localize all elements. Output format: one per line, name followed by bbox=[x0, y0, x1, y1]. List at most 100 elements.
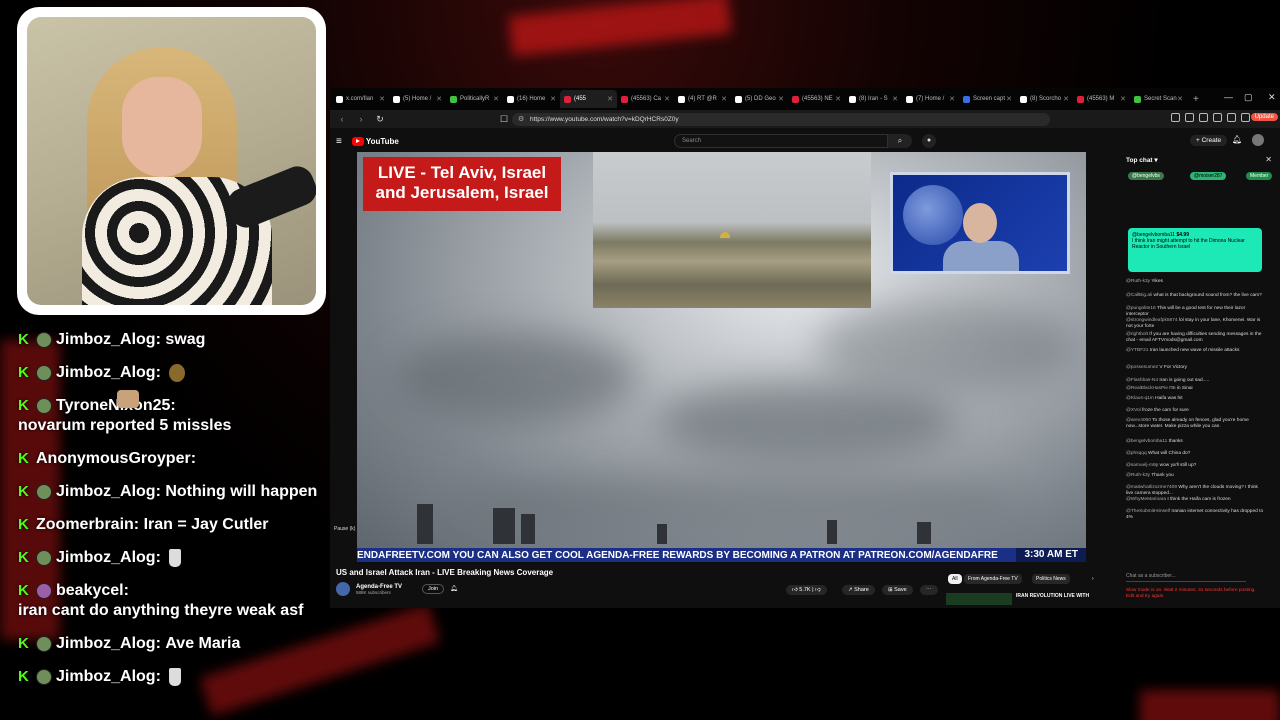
close-tab-icon[interactable]: ✕ bbox=[949, 95, 955, 103]
search-input[interactable]: Search bbox=[674, 134, 888, 148]
browser-tab[interactable]: x.com/Ilan ✕ bbox=[332, 90, 389, 108]
close-tab-icon[interactable]: ✕ bbox=[1177, 95, 1183, 103]
chips-next-icon[interactable]: › bbox=[1088, 574, 1098, 584]
tab-label: (8) Scorcho bbox=[1030, 96, 1062, 102]
live-chat-text: thanks bbox=[1168, 439, 1183, 444]
browser-tab[interactable]: Secret Scan ✕ bbox=[1130, 90, 1187, 108]
youtube-logo[interactable]: YouTube bbox=[351, 136, 399, 146]
close-tab-icon[interactable]: ✕ bbox=[436, 95, 442, 103]
tab-bar: + x.com/Ilan ✕ (5) Home / ✕ PoliticallyR ✕ (16… bbox=[330, 88, 1280, 110]
channel-info[interactable]: Agenda-Free TV 588K subscribers bbox=[336, 582, 402, 596]
browser-tab[interactable]: (45563) M ✕ bbox=[1073, 90, 1130, 108]
share-button[interactable]: ↗ Share bbox=[842, 585, 875, 595]
extension-icon[interactable] bbox=[1199, 113, 1208, 122]
join-button[interactable]: Join bbox=[422, 584, 445, 594]
member-badge[interactable]: Member bbox=[1246, 172, 1273, 180]
browser-tab[interactable]: (5) Home / ✕ bbox=[389, 90, 446, 108]
recommended-thumbnail[interactable] bbox=[946, 593, 1012, 605]
new-tab-button[interactable]: + bbox=[1193, 94, 1199, 105]
close-tab-icon[interactable]: ✕ bbox=[379, 95, 385, 103]
user-avatar-icon bbox=[36, 583, 52, 599]
browser-tab[interactable]: (5) DD Geo ✕ bbox=[731, 90, 788, 108]
recommended-title[interactable]: IRAN REVOLUTION LIVE WITH bbox=[1016, 593, 1106, 599]
extension-icon[interactable] bbox=[1227, 113, 1236, 122]
like-button[interactable]: 👍︎ 5.7K | 👎︎ bbox=[786, 585, 827, 595]
pinned-donor[interactable]: @bengelvbs bbox=[1128, 172, 1164, 180]
live-chat-username: @arev4060 bbox=[1126, 418, 1151, 423]
close-tab-icon[interactable]: ✕ bbox=[778, 95, 784, 103]
building-silhouette bbox=[521, 514, 535, 544]
chat-username: TyroneNixon25 bbox=[56, 397, 171, 414]
bookmark-icon[interactable]: ☐ bbox=[497, 114, 511, 125]
address-bar[interactable]: ⚙ https://www.youtube.com/watch?v=kDQrHC… bbox=[512, 113, 1050, 126]
kick-icon: K bbox=[18, 450, 29, 467]
user-avatar-icon bbox=[36, 636, 52, 652]
close-tab-icon[interactable]: ✕ bbox=[550, 95, 556, 103]
close-tab-icon[interactable]: ✕ bbox=[1120, 95, 1126, 103]
dome-of-the-rock bbox=[720, 232, 730, 238]
close-tab-icon[interactable]: ✕ bbox=[892, 95, 898, 103]
browser-tab[interactable]: Screen capt ✕ bbox=[959, 90, 1016, 108]
browser-tab[interactable]: (8) Scorcho ✕ bbox=[1016, 90, 1073, 108]
extension-icon[interactable] bbox=[1171, 113, 1180, 122]
browser-tab[interactable]: (455 ✕ bbox=[560, 90, 617, 108]
minimize-icon[interactable]: — bbox=[1224, 92, 1233, 102]
back-icon[interactable]: ‹ bbox=[335, 114, 349, 124]
browser-window: + x.com/Ilan ✕ (5) Home / ✕ PoliticallyR ✕ (16… bbox=[330, 88, 1280, 608]
notifications-icon[interactable]: 🔔︎ bbox=[1232, 135, 1242, 144]
building-silhouette bbox=[417, 504, 433, 544]
tab-label: (45563) M bbox=[1087, 96, 1115, 102]
channel-name[interactable]: Agenda-Free TV bbox=[356, 584, 402, 590]
video-title: US and Israel Attack Iran - LIVE Breakin… bbox=[336, 568, 554, 577]
browser-tab[interactable]: PoliticallyR ✕ bbox=[446, 90, 503, 108]
browser-tab[interactable]: (45563) NE ✕ bbox=[788, 90, 845, 108]
account-avatar[interactable] bbox=[1252, 134, 1264, 146]
close-tab-icon[interactable]: ✕ bbox=[664, 95, 670, 103]
maximize-icon[interactable]: ▢ bbox=[1244, 92, 1253, 103]
close-tab-icon[interactable]: ✕ bbox=[1063, 95, 1069, 103]
subscribe-bell-icon[interactable]: 🔔︎ bbox=[450, 585, 458, 592]
live-chat-message: @samuelj-m9p wow ya'll still up? bbox=[1126, 463, 1266, 469]
close-tab-icon[interactable]: ✕ bbox=[721, 95, 727, 103]
browser-tab[interactable]: (16) Home ✕ bbox=[503, 90, 560, 108]
create-button[interactable]: + Create bbox=[1190, 135, 1228, 146]
site-info-icon[interactable]: ⚙ bbox=[518, 113, 524, 126]
top-chat-dropdown[interactable]: Top chat ▾ bbox=[1126, 156, 1158, 164]
close-window-icon[interactable]: ✕ bbox=[1268, 92, 1276, 103]
video-player[interactable]: LIVE - Tel Aviv, Israel and Jerusalem, I… bbox=[357, 152, 1086, 562]
chat-input[interactable]: Chat as a subscriber... bbox=[1126, 570, 1246, 582]
host-inset-feed bbox=[890, 172, 1070, 274]
live-chat-username: @Ruth-k3y bbox=[1126, 473, 1151, 478]
update-button[interactable]: Update bbox=[1250, 113, 1278, 121]
close-tab-icon[interactable]: ✕ bbox=[493, 95, 499, 103]
hamburger-menu-icon[interactable]: ≡ bbox=[336, 136, 342, 147]
extension-icon[interactable] bbox=[1241, 113, 1250, 122]
close-tab-icon[interactable]: ✕ bbox=[607, 95, 613, 103]
chat-username: Jimboz_Alog bbox=[56, 364, 156, 381]
chip-from-channel[interactable]: From Agenda-Free TV bbox=[964, 574, 1022, 584]
save-button[interactable]: ⊞ Save bbox=[882, 585, 913, 595]
voice-search-icon[interactable]: ● bbox=[922, 134, 936, 148]
browser-tab[interactable]: (8) Iran - S ✕ bbox=[845, 90, 902, 108]
live-chat-username: @pungolite18 bbox=[1126, 306, 1156, 311]
tab-label: (45563) NE bbox=[802, 96, 833, 102]
forward-icon[interactable]: › bbox=[354, 114, 368, 124]
close-chat-icon[interactable]: ✕ bbox=[1265, 155, 1272, 164]
close-tab-icon[interactable]: ✕ bbox=[1006, 95, 1012, 103]
close-tab-icon[interactable]: ✕ bbox=[835, 95, 841, 103]
chat-username: beakycel bbox=[56, 582, 124, 599]
user-avatar-icon bbox=[36, 398, 52, 414]
browser-tab[interactable]: (45563) Ca ✕ bbox=[617, 90, 674, 108]
browser-tab[interactable]: (7) Home / ✕ bbox=[902, 90, 959, 108]
chip-politics-news[interactable]: Politics News bbox=[1032, 574, 1070, 584]
live-chat-message: @Flashbas-N4 Iran is going out sad..... bbox=[1126, 378, 1266, 384]
browser-tab[interactable]: (4) RT @R ✕ bbox=[674, 90, 731, 108]
pinned-donor[interactable]: @moiser287 bbox=[1190, 172, 1227, 180]
chip-all[interactable]: All bbox=[948, 574, 962, 584]
extension-icon[interactable] bbox=[1213, 113, 1222, 122]
extension-icon[interactable] bbox=[1185, 113, 1194, 122]
more-actions-icon[interactable]: ⋯ bbox=[920, 585, 938, 595]
search-icon[interactable]: ⌕ bbox=[888, 134, 912, 148]
channel-avatar[interactable] bbox=[336, 582, 350, 596]
reload-icon[interactable]: ↻ bbox=[373, 114, 387, 125]
